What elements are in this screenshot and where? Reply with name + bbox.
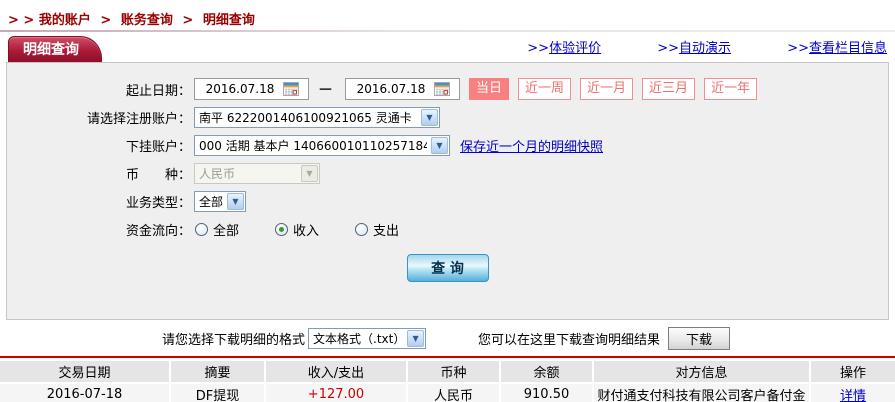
range-button-last-month[interactable]: 近一月 (580, 78, 633, 100)
radio-label: 全部 (213, 220, 239, 239)
sub-account-row: 下挂账户： 000 活期 基本户 1406600101102571848 ▼ 保… (7, 133, 888, 157)
transactions-table: 交易日期 摘要 收入/支出 币种 余额 对方信息 操作 2016-07-18 D… (0, 361, 895, 402)
breadcrumb-prefix: > > (8, 13, 34, 28)
cell-summary: DF提现 (170, 383, 265, 402)
radio-label: 支出 (373, 220, 399, 239)
breadcrumb-separator: > (182, 13, 193, 28)
query-button-row: 查 询 (7, 254, 888, 282)
download-hint: 您可以在这里下载查询明细结果 (478, 329, 660, 348)
breadcrumb-item-detail-query[interactable]: 明细查询 (203, 13, 255, 28)
breadcrumb-item-my-account[interactable]: 我的账户 (39, 13, 91, 28)
currency-row: 币 种： 人民币 ▼ (7, 161, 888, 185)
detail-link[interactable]: 详情 (840, 389, 866, 402)
col-header-counterparty: 对方信息 (593, 361, 810, 383)
table-header-row: 交易日期 摘要 收入/支出 币种 余额 对方信息 操作 (0, 361, 895, 383)
date-range-separator: — (319, 82, 332, 97)
col-header-currency: 币种 (407, 361, 500, 383)
download-row: 请您选择下载明细的格式 文本格式（.txt） ▼ 您可以在这里下载查询明细结果 … (0, 320, 895, 356)
range-button-last-week[interactable]: 近一周 (518, 78, 571, 100)
link-view-column-info[interactable]: >>查看栏目信息 (787, 41, 887, 56)
query-button[interactable]: 查 询 (407, 254, 489, 282)
date-range-label: 起止日期： (7, 80, 191, 99)
tab-detail-query[interactable]: 明细查询 (8, 36, 102, 62)
chevron-down-icon[interactable]: ▼ (421, 109, 438, 126)
breadcrumb-separator: > (100, 13, 111, 28)
download-format-select[interactable]: 文本格式（.txt） ▼ (308, 328, 426, 349)
tab-bar: 明细查询 >>体验评价 >>自动演示 >>查看栏目信息 (0, 32, 895, 62)
calendar-icon[interactable] (434, 82, 450, 96)
download-format-value: 文本格式（.txt） (313, 330, 403, 347)
cell-currency: 人民币 (407, 383, 500, 402)
col-header-balance: 余额 (500, 361, 593, 383)
breadcrumb-item-account-query[interactable]: 账务查询 (121, 13, 173, 28)
sub-account-value: 000 活期 基本户 1406600101102571848 (199, 137, 427, 154)
download-format-label: 请您选择下载明细的格式 (162, 329, 305, 348)
link-label: 体验评价 (549, 41, 601, 56)
radio-label: 收入 (293, 220, 319, 239)
start-date-field[interactable] (194, 78, 309, 100)
cell-balance: 910.50 (500, 383, 593, 402)
range-button-last-year[interactable]: 近一年 (704, 78, 757, 100)
radio-checked-icon[interactable] (275, 223, 288, 236)
business-type-label: 业务类型： (7, 192, 191, 211)
date-range-row: 起止日期： — 当日 近一周 近一月 近三月 近一年 (7, 77, 888, 101)
link-prefix: >> (657, 41, 679, 56)
download-button[interactable]: 下载 (668, 327, 730, 350)
registered-account-select[interactable]: 南平 6222001406100921065 灵通卡 ▼ (194, 107, 440, 128)
link-prefix: >> (527, 41, 549, 56)
cell-trade-date: 2016-07-18 (0, 383, 170, 402)
currency-select: 人民币 ▼ (194, 163, 320, 184)
business-type-value: 全部 (199, 193, 223, 210)
chevron-down-icon[interactable]: ▼ (431, 137, 448, 154)
col-header-trade-date: 交易日期 (0, 361, 170, 383)
range-button-today[interactable]: 当日 (469, 78, 509, 100)
range-button-last-3-months[interactable]: 近三月 (642, 78, 695, 100)
chevron-down-icon[interactable]: ▼ (407, 330, 424, 347)
registered-account-value: 南平 6222001406100921065 灵通卡 (199, 109, 417, 126)
business-type-select[interactable]: 全部 ▼ (194, 191, 246, 212)
sub-account-label: 下挂账户： (7, 136, 191, 155)
fund-flow-option-all[interactable]: 全部 (195, 220, 239, 239)
radio-icon[interactable] (355, 223, 368, 236)
registered-account-label: 请选择注册账户： (7, 108, 191, 127)
start-date-input[interactable] (197, 82, 283, 96)
fund-flow-row: 资金流向： 全部 收入 支出 (7, 217, 888, 241)
fund-flow-option-expense[interactable]: 支出 (355, 220, 399, 239)
col-header-summary: 摘要 (170, 361, 265, 383)
breadcrumb: > > 我的账户 > 账务查询 > 明细查询 (0, 0, 895, 30)
fund-flow-label: 资金流向： (7, 220, 191, 239)
col-header-action: 操作 (810, 361, 895, 383)
query-form: 起止日期： — 当日 近一周 近一月 近三月 近一年 请选择注册账户： (6, 62, 889, 320)
chevron-down-icon: ▼ (301, 165, 318, 182)
link-prefix: >> (787, 41, 809, 56)
calendar-icon[interactable] (283, 82, 299, 96)
link-label: 查看栏目信息 (809, 41, 887, 56)
col-header-income-expense: 收入/支出 (265, 361, 407, 383)
link-label: 自动演示 (679, 41, 731, 56)
table-row: 2016-07-18 DF提现 +127.00 人民币 910.50 财付通支付… (0, 383, 895, 402)
end-date-input[interactable] (348, 82, 434, 96)
cell-action: 详情 (810, 383, 895, 402)
link-auto-demo[interactable]: >>自动演示 (657, 41, 731, 56)
link-experience-review[interactable]: >>体验评价 (527, 41, 601, 56)
registered-account-row: 请选择注册账户： 南平 6222001406100921065 灵通卡 ▼ (7, 105, 888, 129)
cell-counterparty: 财付通支付科技有限公司客户备付金 (593, 383, 810, 402)
currency-label: 币 种： (7, 164, 191, 183)
save-snapshot-link[interactable]: 保存近一个月的明细快照 (460, 136, 603, 155)
end-date-field[interactable] (345, 78, 460, 100)
sub-account-select[interactable]: 000 活期 基本户 1406600101102571848 ▼ (194, 135, 450, 156)
header-links: >>体验评价 >>自动演示 >>查看栏目信息 (475, 37, 887, 56)
chevron-down-icon[interactable]: ▼ (227, 193, 244, 210)
currency-value: 人民币 (199, 165, 297, 182)
cell-amount: +127.00 (265, 383, 407, 402)
fund-flow-option-income[interactable]: 收入 (275, 220, 319, 239)
business-type-row: 业务类型： 全部 ▼ (7, 189, 888, 213)
table-top-divider (0, 356, 895, 358)
detail-query-page: > > 我的账户 > 账务查询 > 明细查询 明细查询 >>体验评价 >>自动演… (0, 0, 895, 402)
radio-icon[interactable] (195, 223, 208, 236)
